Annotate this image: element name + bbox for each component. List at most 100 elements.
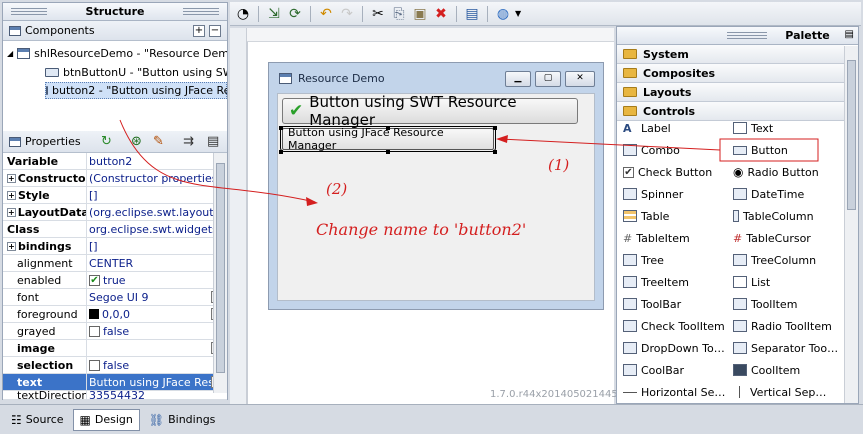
prop-value[interactable]: [] [87, 187, 227, 203]
expand-icon[interactable]: + [7, 190, 16, 200]
defaults-icon[interactable]: ▤ [207, 134, 219, 149]
palette-scrollbar[interactable] [844, 46, 858, 403]
palette-item-check-button[interactable]: ✔ Check Button [623, 162, 712, 182]
selection-handle[interactable] [279, 126, 283, 130]
scroll-thumb[interactable] [216, 163, 225, 373]
palette-item-coolitem[interactable]: CoolItem [733, 360, 800, 380]
redo-icon[interactable]: ↷ [338, 5, 356, 23]
prop-row-image[interactable]: image••• [3, 340, 227, 357]
palette-item-radio-toolitem[interactable]: Radio ToolItem [733, 316, 832, 336]
shell-client-area[interactable]: ✔ Button using SWT Resource Manager Butt… [277, 93, 595, 301]
components-tree[interactable]: ◢ shlResourceDemo - "Resource Demo" btnB… [3, 41, 227, 129]
show-events-icon[interactable]: ↻ [101, 134, 112, 149]
maximize-button[interactable]: ▢ [535, 71, 561, 87]
prop-row-class[interactable]: Classorg.eclipse.swt.widgets.Button [3, 221, 227, 238]
prop-row-enabled[interactable]: enabled ✔ true [3, 272, 227, 289]
tab-design[interactable]: ▦ Design [72, 408, 140, 431]
menu-icon[interactable]: ⇉ [183, 134, 194, 149]
tab-bindings[interactable]: ⛓ Bindings [142, 409, 223, 431]
expand-icon[interactable]: + [7, 207, 16, 217]
selection-handle[interactable] [279, 150, 283, 154]
properties-table[interactable]: Variable button2 + Constructor (Constructor… [3, 153, 227, 400]
tree-item-button2[interactable]: button2 - "Button using JFace Resource M… [45, 82, 227, 99]
prop-value[interactable]: [] [87, 238, 227, 254]
test-gui-icon[interactable]: ◔ [234, 5, 252, 23]
prop-value[interactable]: false [87, 357, 227, 373]
button-swt-preview[interactable]: ✔ Button using SWT Resource Manager [282, 93, 578, 129]
selection-handle[interactable] [386, 126, 390, 130]
palette-item-tablecursor[interactable]: # TableCursor [733, 228, 811, 248]
prop-value[interactable]: org.eclipse.swt.widgets.Button [87, 221, 227, 237]
palette-category-system[interactable]: System [617, 45, 844, 64]
enabled-checkbox[interactable]: ✔ [89, 274, 100, 286]
expand-icon[interactable]: + [7, 241, 16, 251]
cut-icon[interactable]: ✂ [369, 5, 387, 23]
delete-icon[interactable]: ✖ [432, 5, 450, 23]
palette-item-tableitem[interactable]: # TableItem [623, 228, 690, 248]
palette-category-composites[interactable]: Composites [617, 64, 844, 83]
prop-row-grayed[interactable]: grayed false [3, 323, 227, 340]
undo-icon[interactable]: ↶ [317, 5, 335, 23]
palette-item-separator-toolitem[interactable]: Separator ToolItem [733, 338, 841, 358]
prop-value[interactable]: ✔ true [87, 272, 227, 288]
show-advanced-icon[interactable]: ✎ [153, 134, 164, 149]
palette-item-list[interactable]: List [733, 272, 770, 292]
palette-item-tablecolumn[interactable]: TableColumn [733, 206, 814, 226]
prop-row-constructor[interactable]: + Constructor (Constructor properties) [3, 170, 227, 187]
palette-item-text[interactable]: Text [733, 118, 773, 138]
palette-item-label[interactable]: A Label [623, 118, 671, 138]
layout-icon[interactable]: ▤ [463, 5, 481, 23]
copy-icon[interactable]: ⎘ [390, 5, 408, 23]
prop-value[interactable]: ••• [87, 340, 227, 356]
palette-item-toolbar[interactable]: ToolBar [623, 294, 681, 314]
refresh-icon[interactable]: ⟳ [286, 5, 304, 23]
prop-value[interactable]: 33554432 [87, 391, 227, 399]
prop-row-bindings[interactable]: + bindings[] [3, 238, 227, 255]
palette-item-radio-button[interactable]: ◉ Radio Button [733, 162, 819, 182]
tree-item-shell[interactable]: ◢ shlResourceDemo - "Resource Demo" [7, 45, 227, 62]
expand-icon[interactable]: + [7, 173, 16, 183]
expand-all-button[interactable]: + [193, 25, 205, 37]
prop-row-alignment[interactable]: alignment CENTER [3, 255, 227, 272]
selection-handle[interactable] [493, 126, 497, 130]
palette-item-dropdown-toolitem[interactable]: DropDown ToolItem [623, 338, 729, 358]
tree-item-btnButtonU[interactable]: btnButtonU - "Button using SWT Resource … [45, 64, 227, 81]
palette-item-treeitem[interactable]: TreeItem [623, 272, 689, 292]
palette-item-coolbar[interactable]: CoolBar [623, 360, 684, 380]
palette-item-vertical-separator[interactable]: Vertical Separator [733, 382, 832, 402]
globe-icon[interactable]: ◍ [494, 5, 512, 23]
goto-definition-icon[interactable]: ⊛ [131, 134, 142, 149]
prop-row-font[interactable]: fontSegoe UI 9••• [3, 289, 227, 306]
prop-row-textdirection[interactable]: textDirection 33554432 [3, 391, 227, 400]
palette-item-button[interactable]: Button [733, 140, 788, 160]
palette-item-tree[interactable]: Tree [623, 250, 664, 270]
chevron-down-icon[interactable]: ▼ [515, 9, 521, 18]
palette-item-spinner[interactable]: Spinner [623, 184, 683, 204]
shell-preview[interactable]: Resource Demo ▁ ▢ ✕ ✔ Button using SWT R… [268, 62, 604, 310]
palette-item-horizontal-separator[interactable]: Horizontal Separator [623, 382, 729, 402]
selection-checkbox[interactable] [89, 359, 100, 371]
palette-item-combo[interactable]: Combo [623, 140, 680, 160]
palette-item-datetime[interactable]: DateTime [733, 184, 804, 204]
prop-row-foreground[interactable]: foreground0,0,0••• [3, 306, 227, 323]
prop-row-selection[interactable]: selection false [3, 357, 227, 374]
grayed-checkbox[interactable] [89, 325, 100, 337]
prop-value[interactable]: 0,0,0••• [87, 306, 227, 322]
prop-value[interactable]: CENTER [87, 255, 227, 271]
palette-menu-icon[interactable]: ▤ [845, 29, 854, 40]
tree-collapse-icon[interactable]: ◢ [7, 49, 13, 58]
selection-handle[interactable] [386, 150, 390, 154]
prop-value[interactable]: (org.eclipse.swt.layout.GridData) [87, 204, 227, 220]
palette-item-check-toolitem[interactable]: Check ToolItem [623, 316, 725, 336]
tab-source[interactable]: ☷ Source [4, 409, 71, 431]
prop-value[interactable]: Segoe UI 9••• [87, 289, 227, 305]
export-icon[interactable]: ⇲ [265, 5, 283, 23]
properties-scrollbar[interactable] [213, 153, 227, 393]
palette-item-table[interactable]: Table [623, 206, 669, 226]
prop-value[interactable]: button2 [87, 153, 227, 169]
palette-category-layouts[interactable]: Layouts [617, 83, 844, 102]
palette-item-toolitem[interactable]: ToolItem [733, 294, 797, 314]
prop-value[interactable]: Button using JFace Resource Manager••• [87, 374, 227, 390]
paste-icon[interactable]: ▣ [411, 5, 429, 23]
button-jface-preview[interactable]: Button using JFace Resource Manager [280, 126, 496, 152]
